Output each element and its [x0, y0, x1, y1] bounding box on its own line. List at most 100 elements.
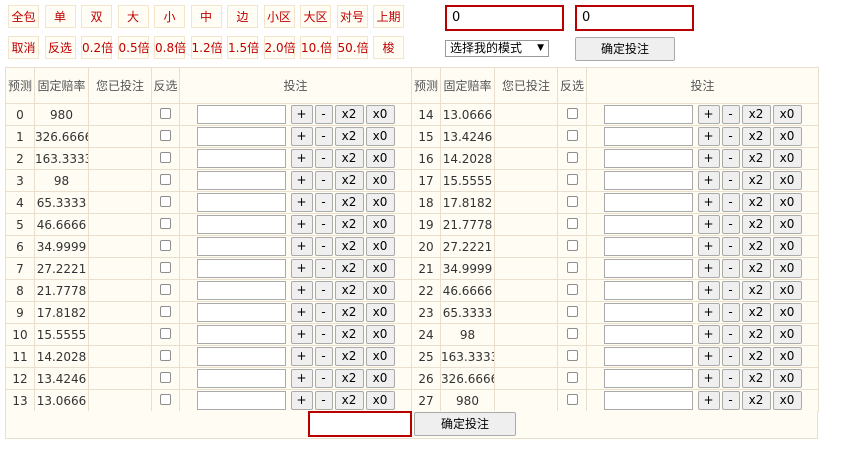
double-button[interactable]: x2 [741, 237, 771, 256]
minus-button[interactable]: - [314, 303, 333, 322]
bet-amount-input[interactable] [196, 237, 286, 256]
double-button[interactable]: x2 [741, 369, 771, 388]
minus-button[interactable]: - [721, 369, 740, 388]
double-button[interactable]: x2 [741, 193, 771, 212]
zero-button[interactable]: x0 [365, 193, 395, 212]
bet-amount-input[interactable] [196, 171, 286, 190]
minus-button[interactable]: - [314, 281, 333, 300]
plus-button[interactable]: + [697, 127, 720, 146]
double-button[interactable]: x2 [334, 237, 364, 256]
zero-button[interactable]: x0 [772, 193, 802, 212]
unit-amount-input[interactable]: 0 [575, 5, 694, 31]
double-button[interactable]: x2 [334, 149, 364, 168]
reverse-checkbox[interactable] [566, 217, 578, 229]
double-button[interactable]: x2 [334, 391, 364, 410]
reverse-checkbox[interactable] [160, 217, 171, 229]
minus-button[interactable]: - [721, 215, 740, 234]
bet-amount-input[interactable] [603, 193, 693, 212]
plus-button[interactable]: + [697, 303, 720, 322]
zero-button[interactable]: x0 [365, 347, 395, 366]
reverse-checkbox[interactable] [160, 107, 171, 119]
minus-button[interactable]: - [314, 347, 333, 366]
minus-button[interactable]: - [721, 325, 740, 344]
bet-amount-input[interactable] [196, 259, 286, 278]
bet-amount-input[interactable] [196, 369, 286, 388]
minus-button[interactable]: - [314, 215, 333, 234]
bet-amount-input[interactable] [196, 325, 286, 344]
plus-button[interactable]: + [697, 193, 720, 212]
plus-button[interactable]: + [290, 149, 313, 168]
zero-button[interactable]: x0 [772, 369, 802, 388]
quick-button[interactable]: 小 [154, 5, 185, 28]
confirm-bet-top-button[interactable]: 确定投注 [575, 37, 675, 61]
bet-amount-input[interactable] [603, 215, 693, 234]
bet-amount-input[interactable] [196, 127, 286, 146]
double-button[interactable]: x2 [334, 369, 364, 388]
zero-button[interactable]: x0 [365, 259, 395, 278]
minus-button[interactable]: - [314, 369, 333, 388]
double-button[interactable]: x2 [741, 303, 771, 322]
plus-button[interactable]: + [290, 325, 313, 344]
reverse-checkbox[interactable] [160, 151, 171, 163]
plus-button[interactable]: + [290, 105, 313, 124]
quick-button[interactable]: 取消 [8, 36, 39, 59]
minus-button[interactable]: - [721, 149, 740, 168]
quick-button[interactable]: 1.2倍 [190, 36, 223, 59]
reverse-checkbox[interactable] [160, 173, 171, 185]
plus-button[interactable]: + [697, 259, 720, 278]
double-button[interactable]: x2 [334, 127, 364, 146]
plus-button[interactable]: + [697, 281, 720, 300]
plus-button[interactable]: + [290, 237, 313, 256]
bet-amount-input[interactable] [603, 391, 693, 410]
reverse-checkbox[interactable] [566, 173, 578, 185]
quick-button[interactable]: 梭 [373, 36, 404, 59]
double-button[interactable]: x2 [741, 259, 771, 278]
plus-button[interactable]: + [290, 171, 313, 190]
plus-button[interactable]: + [290, 347, 313, 366]
zero-button[interactable]: x0 [365, 369, 395, 388]
reverse-checkbox[interactable] [566, 195, 578, 207]
double-button[interactable]: x2 [334, 193, 364, 212]
double-button[interactable]: x2 [741, 149, 771, 168]
plus-button[interactable]: + [290, 281, 313, 300]
bet-amount-input[interactable] [196, 281, 286, 300]
zero-button[interactable]: x0 [772, 171, 802, 190]
double-button[interactable]: x2 [334, 281, 364, 300]
quick-button[interactable]: 全包 [8, 5, 39, 28]
double-button[interactable]: x2 [334, 325, 364, 344]
plus-button[interactable]: + [697, 215, 720, 234]
reverse-checkbox[interactable] [160, 327, 171, 339]
quick-button[interactable]: 50.倍 [336, 36, 369, 59]
zero-button[interactable]: x0 [772, 281, 802, 300]
quick-button[interactable]: 大 [117, 5, 149, 28]
minus-button[interactable]: - [314, 105, 333, 124]
plus-button[interactable]: + [290, 127, 313, 146]
bet-amount-input[interactable] [196, 149, 286, 168]
bet-amount-input[interactable] [196, 303, 286, 322]
minus-button[interactable]: - [314, 193, 333, 212]
total-amount-input[interactable]: 0 [445, 5, 564, 31]
bet-amount-input[interactable] [603, 369, 693, 388]
bet-amount-input[interactable] [603, 237, 693, 256]
minus-button[interactable]: - [721, 171, 740, 190]
zero-button[interactable]: x0 [365, 149, 395, 168]
reverse-checkbox[interactable] [566, 305, 578, 317]
reverse-checkbox[interactable] [160, 283, 171, 295]
bet-amount-input[interactable] [603, 281, 693, 300]
plus-button[interactable]: + [697, 325, 720, 344]
minus-button[interactable]: - [721, 237, 740, 256]
minus-button[interactable]: - [314, 127, 333, 146]
plus-button[interactable]: + [290, 259, 313, 278]
plus-button[interactable]: + [697, 171, 720, 190]
double-button[interactable]: x2 [741, 171, 771, 190]
double-button[interactable]: x2 [334, 171, 364, 190]
quick-button[interactable]: 双 [81, 5, 112, 28]
bet-amount-input[interactable] [196, 215, 286, 234]
plus-button[interactable]: + [290, 391, 313, 410]
minus-button[interactable]: - [721, 281, 740, 300]
reverse-checkbox[interactable] [566, 261, 578, 273]
plus-button[interactable]: + [697, 149, 720, 168]
zero-button[interactable]: x0 [772, 149, 802, 168]
reverse-checkbox[interactable] [566, 129, 578, 141]
reverse-checkbox[interactable] [566, 393, 578, 405]
